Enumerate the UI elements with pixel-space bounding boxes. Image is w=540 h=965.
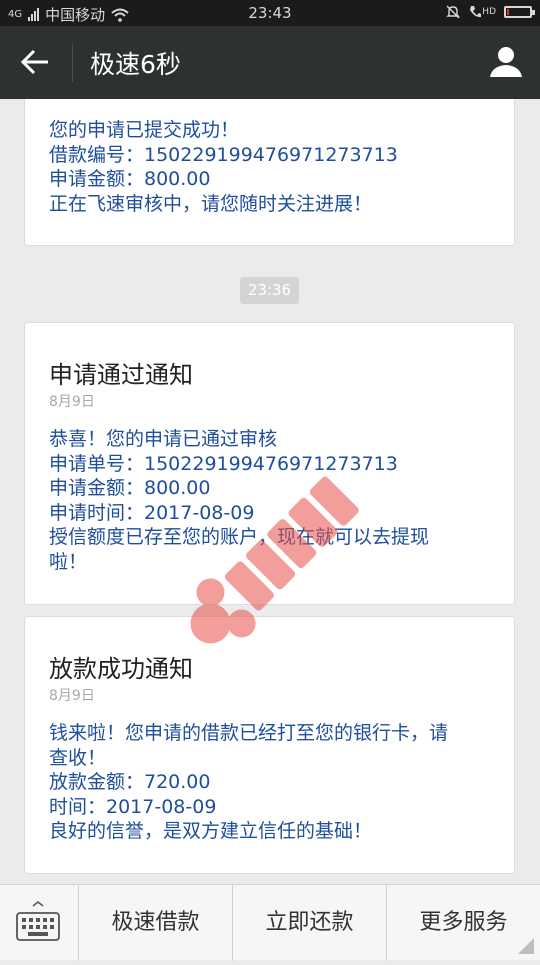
header-divider [72, 44, 73, 82]
page-title: 极速6秒 [90, 50, 181, 79]
menu-repay-now[interactable]: 立即还款 [232, 885, 386, 961]
message-body: 您的申请已提交成功！ 借款编号：150229199476971273713 申请… [49, 118, 494, 216]
battery-fill [507, 9, 509, 15]
message-line: 申请金额：800.00 [49, 168, 211, 190]
message-line: 恭喜！您的申请已通过审核 [49, 428, 278, 450]
message-list[interactable]: 您的申请已提交成功！ 借款编号：150229199476971273713 申请… [0, 99, 540, 884]
card-date: 8月9日 [49, 394, 95, 410]
message-line: 放款金额：720.00 [49, 771, 211, 793]
status-bar: 4G 中国移动 23:43 HD [0, 0, 540, 26]
profile-button[interactable] [486, 42, 526, 82]
message-card-submitted[interactable]: 您的申请已提交成功！ 借款编号：150229199476971273713 申请… [24, 99, 515, 246]
message-line: 申请时间：2017-08-09 [49, 501, 255, 524]
person-icon [490, 47, 522, 77]
message-line: 查收！ [49, 746, 107, 769]
message-body: 恭喜！您的申请已通过审核 申请单号：150229199476971273713 … [49, 427, 494, 574]
arrow-left-icon [20, 49, 48, 75]
message-card-approved[interactable]: 申请通过通知 8月9日 恭喜！您的申请已通过审核 申请单号：1502291994… [24, 322, 515, 605]
submenu-indicator-icon [518, 938, 534, 954]
message-line: 您的申请已提交成功！ [49, 119, 240, 141]
keyboard-toggle-button[interactable] [0, 885, 76, 961]
message-line: 授信额度已存至您的账户，现在就可以去提现 [49, 526, 430, 548]
message-line: 正在飞速审核中，请您随时关注进展！ [49, 192, 373, 215]
message-line: 良好的信誉，是双方建立信任的基础！ [49, 820, 373, 842]
message-line: 借款编号：150229199476971273713 [49, 143, 398, 166]
message-line: 申请金额：800.00 [49, 477, 211, 499]
status-right: HD [445, 4, 535, 20]
card-title: 申请通过通知 [49, 361, 193, 389]
menu-fast-loan[interactable]: 极速借款 [78, 885, 232, 961]
hd-call-icon: HD [469, 5, 496, 19]
message-line: 时间：2017-08-09 [49, 795, 217, 818]
keyboard-icon [16, 901, 60, 941]
timestamp-divider: 23:36 [240, 277, 299, 304]
app-header: 极速6秒 [0, 26, 540, 99]
message-line: 钱来啦！您申请的借款已经打至您的银行卡，请 [49, 722, 449, 744]
message-card-disbursed[interactable]: 放款成功通知 8月9日 钱来啦！您申请的借款已经打至您的银行卡，请 查收！ 放款… [24, 616, 515, 874]
card-date: 8月9日 [49, 688, 95, 704]
menu-more-services[interactable]: 更多服务 [386, 885, 540, 961]
message-line: 申请单号：150229199476971273713 [49, 452, 398, 475]
mute-bell-icon [446, 5, 460, 19]
message-body: 钱来啦！您申请的借款已经打至您的银行卡，请 查收！ 放款金额：720.00 时间… [49, 721, 494, 844]
card-title: 放款成功通知 [49, 655, 193, 683]
bottom-menu-bar: 极速借款 立即还款 更多服务 [0, 884, 540, 961]
back-button[interactable] [14, 42, 60, 82]
battery-icon [504, 6, 535, 18]
message-line: 啦！ [49, 550, 88, 573]
